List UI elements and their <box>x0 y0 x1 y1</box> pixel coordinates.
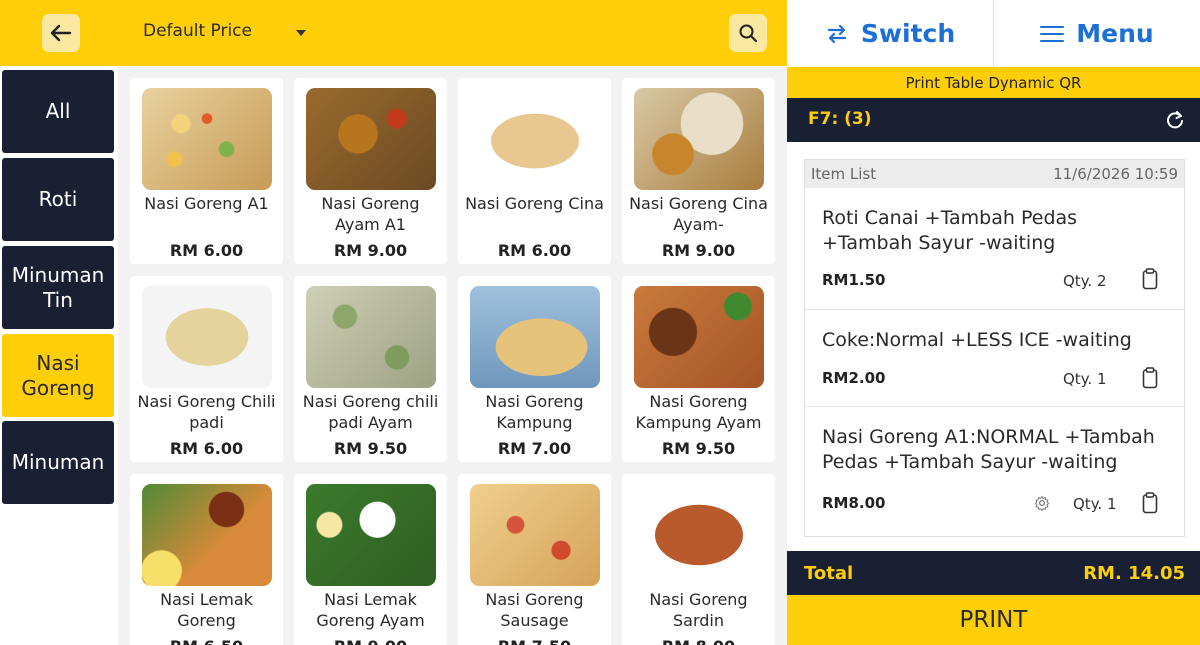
product-price: RM 6.50 <box>130 637 283 645</box>
clipboard-icon[interactable] <box>1142 492 1158 514</box>
product-image <box>142 484 272 586</box>
order-panel: Switch Menu Print Table Dynamic QR F7: (… <box>787 0 1200 645</box>
order-item-amount: RM8.00 <box>822 494 886 512</box>
product-price: RM 9.50 <box>661 439 736 458</box>
category-minuman-tin[interactable]: Minuman Tin <box>2 246 114 329</box>
total-label: Total <box>804 563 854 584</box>
product-price: RM 9.00 <box>661 241 736 260</box>
order-item[interactable]: Roti Canai +Tambah Pedas +Tambah Sayur -… <box>805 188 1184 310</box>
table-label: F7: (3) <box>808 109 872 129</box>
item-list: Item List 11/6/2026 10:59 Roti Canai +Ta… <box>804 159 1185 537</box>
switch-button[interactable]: Switch <box>787 0 993 67</box>
product-name: Nasi Goreng Cina Ayam- <box>629 194 768 234</box>
product-name: Nasi Goreng Cina <box>465 194 604 213</box>
product-card[interactable]: Nasi Goreng Kampung Ayam RM 9.50 <box>622 276 775 462</box>
product-grid: Nasi Goreng A1 RM 6.00 Nasi Goreng Ayam … <box>118 66 787 645</box>
category-nasi-goreng[interactable]: Nasi Goreng <box>2 334 114 417</box>
product-image <box>470 88 600 190</box>
product-price: RM 6.00 <box>169 241 244 260</box>
order-item-desc: Coke:Normal +LESS ICE -waiting <box>822 329 1132 351</box>
product-card[interactable]: Nasi Goreng Sausage RM 7.50 <box>458 474 611 645</box>
clipboard-icon[interactable] <box>1142 367 1158 389</box>
arrow-left-icon <box>50 24 72 42</box>
print-table-qr-button[interactable]: Print Table Dynamic QR <box>787 67 1200 98</box>
product-name: Nasi Goreng A1 <box>144 194 269 213</box>
product-card[interactable]: Nasi Goreng Chili padi RM 6.00 <box>130 276 283 462</box>
order-item-qty: Qty. 1 <box>1073 495 1117 513</box>
product-card[interactable]: Nasi Goreng Sardin RM 8.00 <box>622 474 775 645</box>
product-card[interactable]: Nasi Goreng Kampung RM 7.00 <box>458 276 611 462</box>
order-item-qty: Qty. 1 <box>1063 370 1107 388</box>
product-price: RM 9.00 <box>294 637 447 645</box>
category-sidebar: All Roti Minuman Tin Nasi Goreng Minuman <box>0 66 118 645</box>
swap-arrows-icon <box>827 24 846 43</box>
switch-label: Switch <box>860 19 956 48</box>
product-image <box>634 286 764 388</box>
product-name: Nasi Goreng chili padi Ayam <box>302 392 439 432</box>
order-item[interactable]: Coke:Normal +LESS ICE -waiting RM2.00 Qt… <box>805 310 1184 407</box>
refresh-icon[interactable] <box>1165 110 1185 130</box>
product-card[interactable]: Nasi Goreng Cina Ayam- RM 9.00 <box>622 78 775 264</box>
item-list-label: Item List <box>811 165 877 183</box>
product-card[interactable]: Nasi Goreng Ayam A1 RM 9.00 <box>294 78 447 264</box>
item-list-header: Item List 11/6/2026 10:59 <box>805 160 1184 188</box>
product-image <box>634 484 764 586</box>
product-image <box>306 88 436 190</box>
product-price: RM 6.00 <box>497 241 572 260</box>
menu-label: Menu <box>1076 19 1154 48</box>
product-card[interactable]: Nasi Lemak Goreng RM 6.50 <box>130 474 283 645</box>
product-card[interactable]: Nasi Lemak Goreng Ayam RM 9.00 <box>294 474 447 645</box>
product-price: RM 6.00 <box>169 439 244 458</box>
total-value: RM. 14.05 <box>1083 563 1185 584</box>
product-name: Nasi Goreng Chili padi <box>137 392 276 432</box>
table-bar: F7: (3) <box>787 98 1200 142</box>
order-item-amount: RM1.50 <box>822 271 886 289</box>
product-card[interactable]: Nasi Goreng Cina RM 6.00 <box>458 78 611 264</box>
gear-icon[interactable] <box>1034 495 1050 511</box>
product-price: RM 9.50 <box>333 439 408 458</box>
product-name: Nasi Lemak Goreng Ayam <box>316 590 425 630</box>
product-image <box>142 88 272 190</box>
product-card[interactable]: Nasi Goreng chili padi Ayam RM 9.50 <box>294 276 447 462</box>
print-button[interactable]: PRINT <box>787 595 1200 645</box>
order-tabs: Switch Menu <box>787 0 1200 67</box>
product-name: Nasi Goreng Kampung <box>485 392 584 432</box>
search-icon <box>739 24 758 43</box>
product-price: RM 7.50 <box>458 637 611 645</box>
order-datetime: 11/6/2026 10:59 <box>1053 165 1178 183</box>
product-image <box>306 286 436 388</box>
product-image <box>470 484 600 586</box>
product-image <box>470 286 600 388</box>
product-price: RM 8.00 <box>622 637 775 645</box>
search-button[interactable] <box>729 14 767 52</box>
product-image <box>142 286 272 388</box>
product-name: Nasi Goreng Kampung Ayam <box>635 392 762 432</box>
clipboard-icon[interactable] <box>1142 268 1158 290</box>
back-button[interactable] <box>42 14 80 52</box>
order-item-desc: Roti Canai +Tambah Pedas +Tambah Sayur -… <box>822 207 1078 254</box>
price-mode-select[interactable]: Default Price <box>143 21 252 41</box>
order-item[interactable]: Nasi Goreng A1:NORMAL +Tambah Pedas +Tam… <box>805 407 1184 536</box>
order-item-qty: Qty. 2 <box>1063 272 1107 290</box>
order-item-amount: RM2.00 <box>822 369 886 387</box>
product-name: Nasi Goreng Ayam A1 <box>321 194 420 234</box>
hamburger-icon <box>1040 25 1065 42</box>
product-card[interactable]: Nasi Goreng A1 RM 6.00 <box>130 78 283 264</box>
product-image <box>634 88 764 190</box>
product-name: Nasi Goreng Sardin <box>649 590 748 630</box>
product-price: RM 7.00 <box>497 439 572 458</box>
product-price: RM 9.00 <box>333 241 408 260</box>
category-roti[interactable]: Roti <box>2 158 114 241</box>
total-bar: Total RM. 14.05 <box>787 551 1200 595</box>
menu-panel: Default Price All Roti Minuman Tin Nasi … <box>0 0 787 645</box>
product-name: Nasi Lemak Goreng <box>160 590 253 630</box>
product-name: Nasi Goreng Sausage <box>485 590 584 630</box>
top-bar: Default Price <box>0 0 787 66</box>
product-image <box>306 484 436 586</box>
order-item-desc: Nasi Goreng A1:NORMAL +Tambah Pedas +Tam… <box>822 426 1155 473</box>
menu-button[interactable]: Menu <box>994 0 1200 67</box>
category-all[interactable]: All <box>2 70 114 153</box>
chevron-down-icon[interactable] <box>296 30 306 36</box>
category-minuman[interactable]: Minuman <box>2 421 114 504</box>
